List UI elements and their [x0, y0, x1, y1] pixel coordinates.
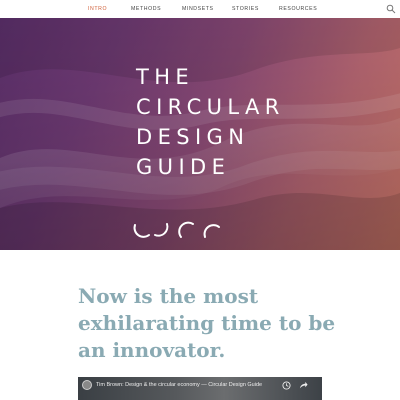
hero-title-line: CIRCULAR	[136, 95, 285, 119]
hero-banner: THE CIRCULAR DESIGN GUIDE	[0, 18, 400, 250]
nav-item-mindsets[interactable]: MINDSETS	[182, 6, 214, 12]
share-icon[interactable]	[299, 381, 308, 390]
top-nav: INTRO METHODS MINDSETS STORIES RESOURCES	[0, 0, 400, 18]
clock-icon[interactable]	[282, 381, 291, 390]
nav-item-stories[interactable]: STORIES	[232, 6, 259, 12]
main-headline: Now is the most exhilarating time to be …	[78, 284, 336, 362]
nav-item-intro[interactable]: INTRO	[88, 6, 107, 12]
hero-title: THE CIRCULAR DESIGN GUIDE	[136, 62, 285, 182]
hero-title-line: DESIGN	[136, 125, 250, 149]
hero-title-line: GUIDE	[136, 155, 231, 179]
search-icon[interactable]	[386, 4, 396, 14]
nav-item-methods[interactable]: METHODS	[131, 6, 161, 12]
channel-avatar[interactable]	[82, 380, 92, 390]
video-embed[interactable]: Tim Brown: Design & the circular economy…	[78, 377, 322, 400]
hero-title-line: THE	[136, 65, 195, 89]
nav-item-resources[interactable]: RESOURCES	[279, 6, 317, 12]
video-title[interactable]: Tim Brown: Design & the circular economy…	[96, 382, 276, 388]
circular-arcs-logo	[133, 221, 220, 238]
